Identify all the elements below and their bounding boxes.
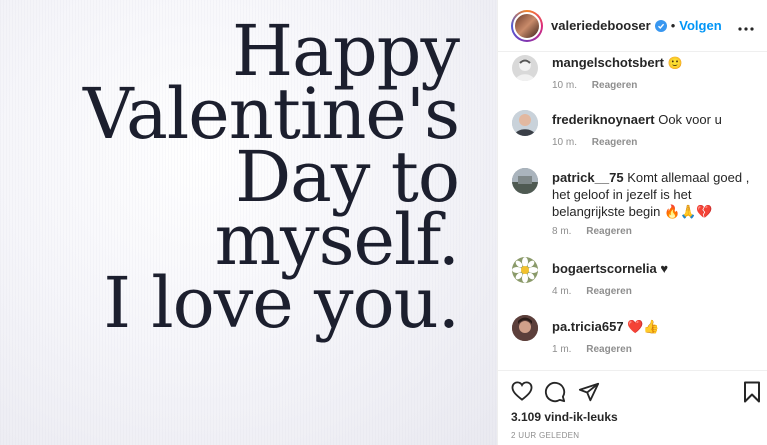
share-send-icon[interactable] — [578, 381, 600, 408]
author-username[interactable]: valeriedebooser — [551, 18, 651, 33]
comment-meta: 8 m. Reageren — [552, 226, 632, 237]
comment-body: patrick__75 Komt allemaal goed , het gel… — [552, 169, 757, 220]
comment-text: ❤️👍 — [627, 319, 660, 334]
commenter-avatar[interactable] — [512, 168, 538, 194]
comment-meta: 10 m. Reageren — [552, 137, 637, 148]
commenter-username[interactable]: patrick__75 — [552, 170, 624, 185]
reply-button[interactable]: Reageren — [592, 137, 638, 148]
comment-text: ♥ — [660, 261, 669, 276]
post-timestamp: 2 UUR GELEDEN — [511, 431, 580, 440]
comment-time: 8 m. — [552, 226, 572, 237]
follow-button[interactable]: Volgen — [679, 18, 721, 33]
verified-badge-icon — [654, 19, 667, 32]
comment-meta: 4 m. Reageren — [552, 286, 632, 297]
comment-body: frederiknoynaert Ook voor u — [552, 111, 757, 128]
author-avatar-image — [513, 11, 541, 40]
comment-body: bogaertscornelia ♥ — [552, 260, 757, 277]
reply-button[interactable]: Reageren — [586, 226, 632, 237]
post-image[interactable]: Happy Valentine's Day to myself. I love … — [0, 0, 497, 445]
like-heart-icon[interactable] — [511, 381, 533, 406]
reply-button[interactable]: Reageren — [586, 344, 632, 355]
commenter-avatar[interactable] — [512, 257, 538, 283]
commenter-avatar[interactable] — [512, 315, 538, 341]
comment-time: 1 m. — [552, 344, 572, 355]
like-count[interactable]: 3.109 vind-ik-leuks — [511, 410, 618, 424]
comment-meta: 1 m. Reageren — [552, 344, 632, 355]
commenter-username[interactable]: frederiknoynaert — [552, 112, 655, 127]
comment-time: 4 m. — [552, 286, 572, 297]
comment-bubble-icon[interactable] — [544, 381, 566, 408]
comment-time: 10 m. — [552, 80, 578, 91]
comment-meta: 10 m. Reageren — [552, 80, 637, 91]
reply-button[interactable]: Reageren — [586, 286, 632, 297]
comment-text: 🙂 — [667, 56, 683, 70]
commenter-username[interactable]: pa.tricia657 — [552, 319, 624, 334]
comment-body: mangelschotsbert 🙂 — [552, 54, 757, 72]
post-image-text: Happy Valentine's Day to myself. I love … — [0, 16, 460, 344]
author-avatar[interactable] — [511, 9, 543, 42]
comment-time: 10 m. — [552, 137, 578, 148]
header-separator: • — [670, 18, 676, 33]
save-bookmark-icon[interactable] — [743, 381, 761, 408]
more-options-icon[interactable] — [738, 18, 754, 36]
comment-text: Ook voor u — [658, 112, 722, 127]
post-header: valeriedebooser • Volgen — [498, 0, 767, 52]
post-text-line: I love you. — [103, 262, 460, 344]
commenter-avatar[interactable] — [512, 55, 538, 81]
commenter-username[interactable]: mangelschotsbert — [552, 55, 664, 70]
reply-button[interactable]: Reageren — [592, 80, 638, 91]
commenter-username[interactable]: bogaertscornelia — [552, 261, 657, 276]
comments-list[interactable]: mangelschotsbert 🙂 10 m. Reageren freder… — [498, 52, 767, 370]
commenter-avatar[interactable] — [512, 110, 538, 136]
post-side-panel: valeriedebooser • Volgen mangelschotsber… — [497, 0, 767, 445]
comment-body: pa.tricia657 ❤️👍 — [552, 318, 757, 335]
post-actions: 3.109 vind-ik-leuks 2 UUR GELEDEN — [498, 370, 767, 445]
